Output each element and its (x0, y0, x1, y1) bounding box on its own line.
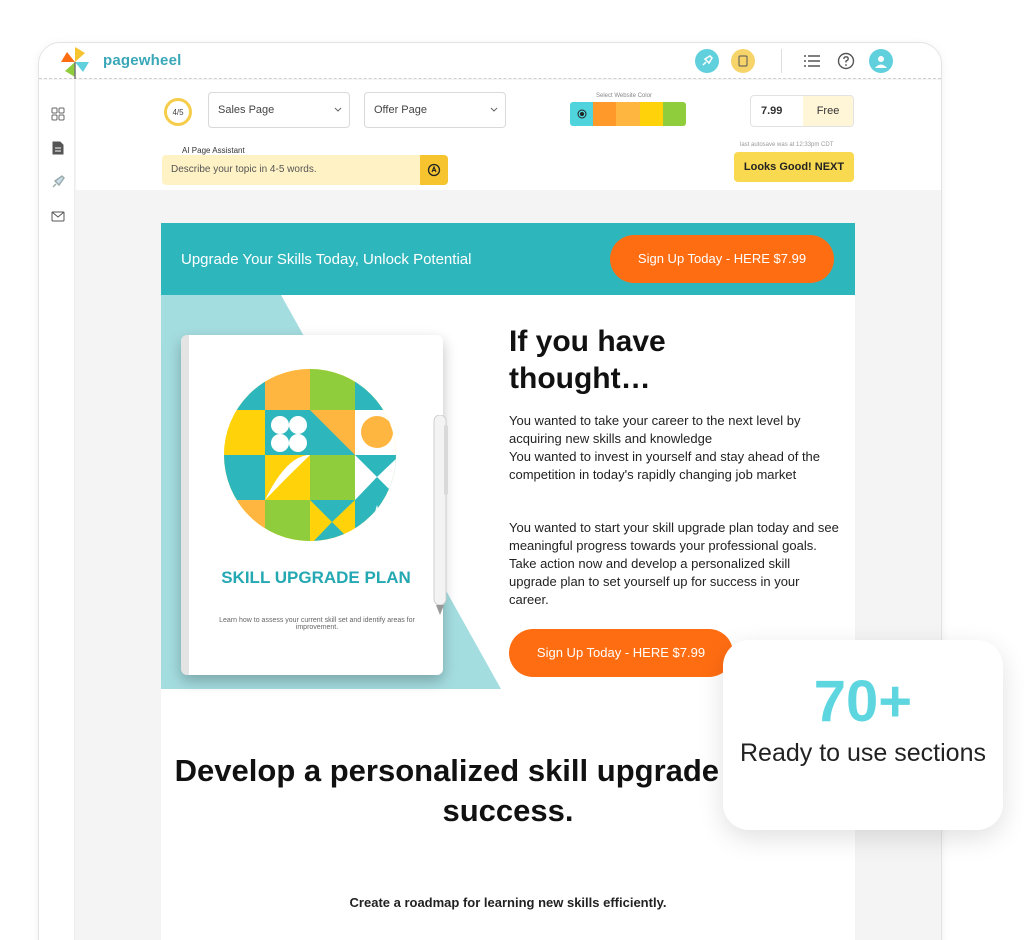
page-type-select[interactable]: Sales Page (208, 92, 350, 128)
hero-paragraph-3: You wanted to start your skill upgrade p… (509, 520, 839, 607)
mail-icon[interactable] (50, 208, 66, 224)
pen-icon (433, 415, 448, 615)
price-input[interactable]: 7.99 Free (750, 95, 854, 127)
offer-type-value: Offer Page (374, 104, 427, 116)
pinwheel-logo-icon (61, 47, 89, 79)
chevron-down-icon (490, 107, 498, 112)
color-swatch-green[interactable] (662, 102, 686, 126)
brand-name: pagewheel (103, 52, 182, 69)
ai-topic-placeholder: Describe your topic in 4-5 words. (171, 164, 317, 175)
step-progress: 4/5 (164, 98, 192, 126)
divider (781, 49, 782, 73)
page-icon[interactable] (50, 140, 66, 156)
hero-paragraph-1: You wanted to take your career to the ne… (509, 413, 801, 446)
chevron-down-icon (334, 107, 342, 112)
hero-section: SKILL UPGRADE PLAN Learn how to assess y… (161, 295, 855, 689)
banner-text: Upgrade Your Skills Today, Unlock Potent… (181, 251, 472, 268)
sidebar (39, 80, 75, 940)
top-bar: pagewheel (39, 43, 941, 79)
selected-check-icon (577, 109, 587, 119)
free-toggle[interactable]: Free (803, 96, 853, 126)
promo-label: Ready to use sections (740, 739, 986, 767)
grid-icon[interactable] (50, 106, 66, 122)
hero-paragraph-2: You wanted to invest in yourself and sta… (509, 449, 821, 482)
ai-assistant-label: AI Page Assistant (182, 146, 245, 155)
signup-button-hero[interactable]: Sign Up Today - HERE $7.99 (509, 629, 733, 677)
ai-topic-input[interactable]: Describe your topic in 4-5 words. (162, 155, 448, 185)
rocket-icon[interactable] (50, 174, 66, 190)
color-swatch-yellow[interactable] (639, 102, 663, 126)
color-picker-label: Select Website Color (596, 93, 652, 99)
book-subtitle: Learn how to assess your current skill s… (219, 617, 415, 631)
menu-icon[interactable] (801, 50, 823, 72)
user-avatar-icon[interactable] (869, 49, 893, 73)
ai-generate-button[interactable] (420, 155, 448, 185)
color-swatches (570, 102, 686, 126)
signup-button-top[interactable]: Sign Up Today - HERE $7.99 (610, 235, 834, 283)
geometric-pattern-icon (224, 369, 396, 541)
ai-icon (427, 163, 441, 177)
page-type-value: Sales Page (218, 104, 275, 116)
price-value: 7.99 (761, 105, 783, 117)
color-swatch-orange[interactable] (593, 102, 617, 126)
promo-count: 70+ (813, 669, 913, 734)
page-preview: Upgrade Your Skills Today, Unlock Potent… (161, 223, 855, 940)
offer-type-select[interactable]: Offer Page (364, 92, 506, 128)
book-cover: SKILL UPGRADE PLAN Learn how to assess y… (181, 335, 443, 675)
book-title: SKILL UPGRADE PLAN (221, 568, 411, 587)
next-button[interactable]: Looks Good! NEXT (734, 152, 854, 182)
promo-card: 70+ Ready to use sections (723, 640, 1003, 830)
section-subheading: Create a roadmap for learning new skills… (349, 895, 667, 910)
color-swatch-amber[interactable] (616, 102, 640, 126)
autosave-note: last autosave was at 12:33pm CDT (740, 142, 834, 148)
top-banner: Upgrade Your Skills Today, Unlock Potent… (161, 223, 855, 295)
rocket-icon[interactable] (695, 49, 719, 73)
color-swatch-teal[interactable] (570, 102, 594, 126)
editor-toolbar: 4/5 Sales Page Offer Page Select Website… (76, 80, 941, 190)
hero-headline: If you have thought… (509, 325, 666, 395)
help-icon[interactable] (835, 50, 857, 72)
document-icon[interactable] (731, 49, 755, 73)
